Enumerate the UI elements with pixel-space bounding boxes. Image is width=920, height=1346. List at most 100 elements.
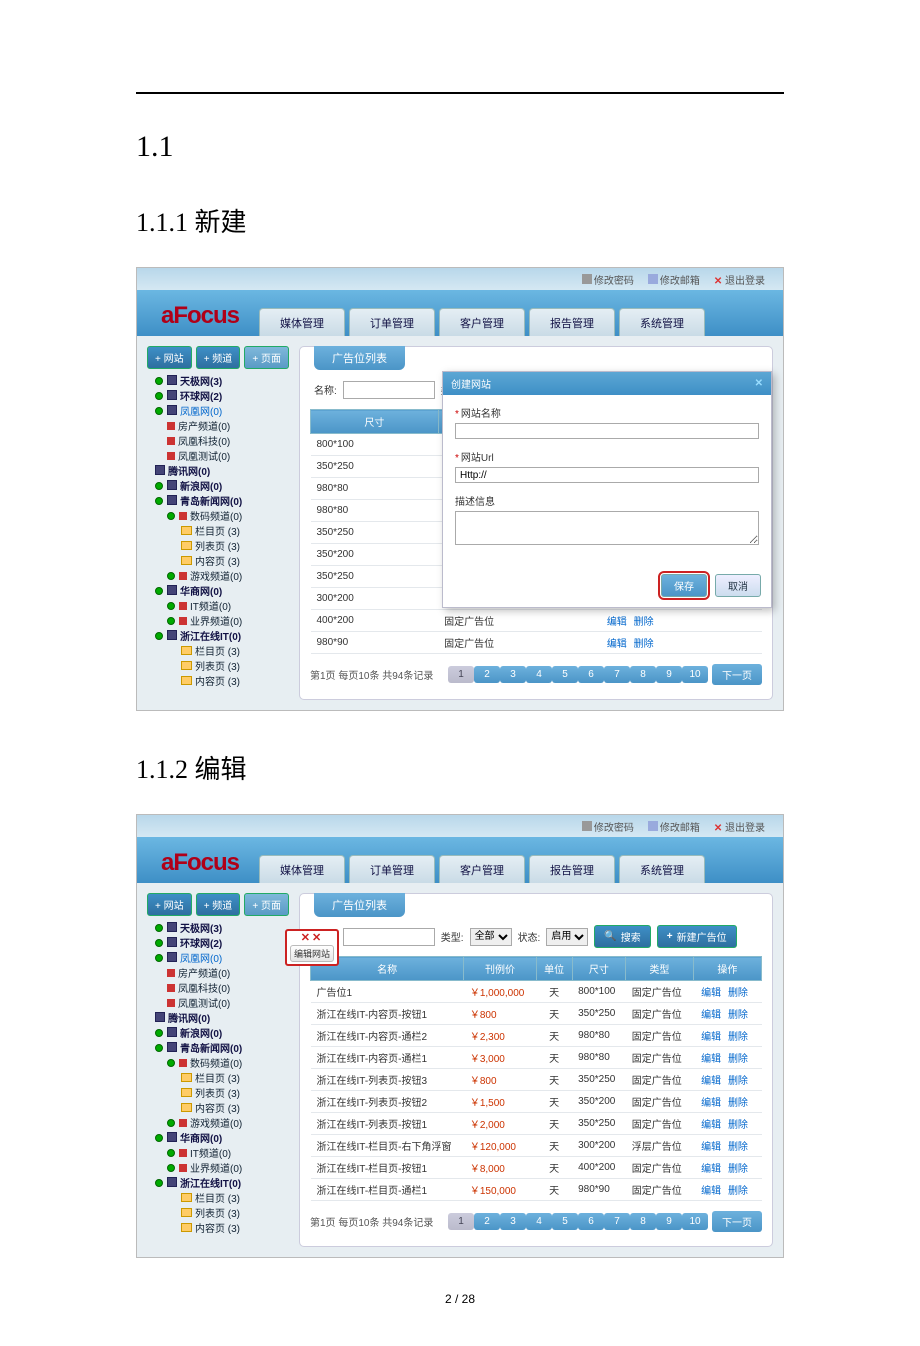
pager-page[interactable]: 6 [578, 666, 604, 683]
tree-node[interactable]: 新浪网(0) [147, 480, 289, 495]
tree-node[interactable]: 凤凰科技(0) [147, 435, 289, 450]
edit-link[interactable]: 编辑 [701, 1142, 721, 1153]
delete-link[interactable]: 删除 [728, 1098, 748, 1109]
name-input[interactable] [343, 928, 435, 946]
tree-node[interactable]: 腾讯网(0) [147, 1012, 289, 1027]
dialog-save-button[interactable]: 保存 [661, 574, 707, 597]
tree-node[interactable]: 列表页 (3) [147, 1087, 289, 1102]
pager-page[interactable]: 1 [448, 1213, 474, 1230]
tree-node[interactable]: 腾讯网(0) [147, 465, 289, 480]
site-tree[interactable]: 天极网(3)环球网(2)凤凰网(0)房产频道(0)凤凰科技(0)凤凰测试(0)腾… [147, 922, 289, 1237]
tab-system[interactable]: 系统管理 [619, 855, 705, 883]
add-channel-button[interactable]: + 频道 [196, 893, 241, 916]
delete-link[interactable]: 删除 [728, 988, 748, 999]
tree-node[interactable]: 内容页 (3) [147, 675, 289, 690]
tab-reports[interactable]: 报告管理 [529, 855, 615, 883]
add-site-button[interactable]: + 网站 [147, 346, 192, 369]
edit-link[interactable]: 编辑 [701, 1186, 721, 1197]
tree-node[interactable]: 房产频道(0) [147, 967, 289, 982]
tree-node[interactable]: 内容页 (3) [147, 1222, 289, 1237]
delete-link[interactable]: 删除 [728, 1054, 748, 1065]
tree-node[interactable]: 环球网(2) [147, 390, 289, 405]
add-channel-button[interactable]: + 频道 [196, 346, 241, 369]
delete-link[interactable]: 删除 [728, 1142, 748, 1153]
dialog-close-icon[interactable]: ✕ [755, 378, 763, 389]
tree-node[interactable]: 业界频道(0) [147, 615, 289, 630]
logout-link[interactable]: ✕ 退出登录 [714, 819, 765, 834]
edit-link[interactable]: 编辑 [701, 1076, 721, 1087]
edit-link[interactable]: 编辑 [607, 617, 627, 628]
pager-page[interactable]: 2 [474, 1213, 500, 1230]
pager-page[interactable]: 7 [604, 1213, 630, 1230]
tree-node[interactable]: 浙江在线IT(0) [147, 630, 289, 645]
popover-close-icon[interactable]: ✕✕ [289, 933, 335, 944]
tree-node[interactable]: 新浪网(0) [147, 1027, 289, 1042]
tree-node[interactable]: 凤凰网(0) [147, 405, 289, 420]
edit-link[interactable]: 编辑 [701, 1164, 721, 1175]
delete-link[interactable]: 删除 [634, 639, 654, 650]
tree-node[interactable]: 内容页 (3) [147, 1102, 289, 1117]
change-password-link[interactable]: 修改密码 [582, 272, 634, 287]
pager-page[interactable]: 4 [526, 666, 552, 683]
tree-node[interactable]: 业界频道(0) [147, 1162, 289, 1177]
tree-node[interactable]: 栏目页 (3) [147, 1072, 289, 1087]
state-select[interactable]: 启用 [546, 928, 588, 946]
tree-node[interactable]: 房产频道(0) [147, 420, 289, 435]
delete-link[interactable]: 删除 [728, 1164, 748, 1175]
delete-link[interactable]: 删除 [728, 1120, 748, 1131]
delete-link[interactable]: 删除 [728, 1032, 748, 1043]
pager-page[interactable]: 2 [474, 666, 500, 683]
site-desc-textarea[interactable] [455, 511, 759, 545]
edit-link[interactable]: 编辑 [701, 1098, 721, 1109]
delete-link[interactable]: 删除 [728, 1010, 748, 1021]
name-input[interactable] [343, 381, 435, 399]
tree-node[interactable]: 数码频道(0) [147, 510, 289, 525]
pager-page[interactable]: 3 [500, 1213, 526, 1230]
tree-node[interactable]: 天极网(3) [147, 922, 289, 937]
tree-node[interactable]: 列表页 (3) [147, 540, 289, 555]
site-name-input[interactable] [455, 423, 759, 439]
dialog-cancel-button[interactable]: 取消 [715, 574, 761, 597]
site-tree[interactable]: 天极网(3)环球网(2)凤凰网(0)房产频道(0)凤凰科技(0)凤凰测试(0)腾… [147, 375, 289, 690]
search-button[interactable]: 🔍搜索 [594, 925, 650, 948]
edit-link[interactable]: 编辑 [701, 1054, 721, 1065]
tab-clients[interactable]: 客户管理 [439, 308, 525, 336]
site-url-input[interactable] [455, 467, 759, 483]
edit-link[interactable]: 编辑 [607, 639, 627, 650]
edit-link[interactable]: 编辑 [701, 1120, 721, 1131]
edit-site-button[interactable]: 编辑网站 [290, 945, 334, 962]
tree-node[interactable]: 青岛新闻网(0) [147, 1042, 289, 1057]
change-password-link[interactable]: 修改密码 [582, 819, 634, 834]
tree-node[interactable]: 天极网(3) [147, 375, 289, 390]
tree-node[interactable]: 游戏频道(0) [147, 1117, 289, 1132]
tree-node[interactable]: 栏目页 (3) [147, 1192, 289, 1207]
pager-page[interactable]: 10 [682, 1213, 708, 1230]
pager-page[interactable]: 9 [656, 666, 682, 683]
add-page-button[interactable]: + 页面 [244, 346, 289, 369]
pager-page[interactable]: 7 [604, 666, 630, 683]
tab-system[interactable]: 系统管理 [619, 308, 705, 336]
edit-link[interactable]: 编辑 [701, 1032, 721, 1043]
pager-page[interactable]: 8 [630, 666, 656, 683]
tree-node[interactable]: 内容页 (3) [147, 555, 289, 570]
edit-link[interactable]: 编辑 [701, 1010, 721, 1021]
tab-orders[interactable]: 订单管理 [349, 308, 435, 336]
add-site-button[interactable]: + 网站 [147, 893, 192, 916]
tree-node[interactable]: 凤凰测试(0) [147, 450, 289, 465]
pager-page[interactable]: 8 [630, 1213, 656, 1230]
tree-node[interactable]: 环球网(2) [147, 937, 289, 952]
tree-node[interactable]: 凤凰网(0) [147, 952, 289, 967]
pager-page[interactable]: 1 [448, 666, 474, 683]
add-page-button[interactable]: + 页面 [244, 893, 289, 916]
tree-node[interactable]: 列表页 (3) [147, 660, 289, 675]
tree-node[interactable]: IT频道(0) [147, 600, 289, 615]
tree-node[interactable]: 凤凰测试(0) [147, 997, 289, 1012]
tree-node[interactable]: 华商网(0) [147, 1132, 289, 1147]
pager-page[interactable]: 6 [578, 1213, 604, 1230]
tab-orders[interactable]: 订单管理 [349, 855, 435, 883]
tree-node[interactable]: 游戏频道(0) [147, 570, 289, 585]
tree-node[interactable]: 栏目页 (3) [147, 645, 289, 660]
pager-page[interactable]: 9 [656, 1213, 682, 1230]
pager-page[interactable]: 4 [526, 1213, 552, 1230]
delete-link[interactable]: 删除 [728, 1186, 748, 1197]
